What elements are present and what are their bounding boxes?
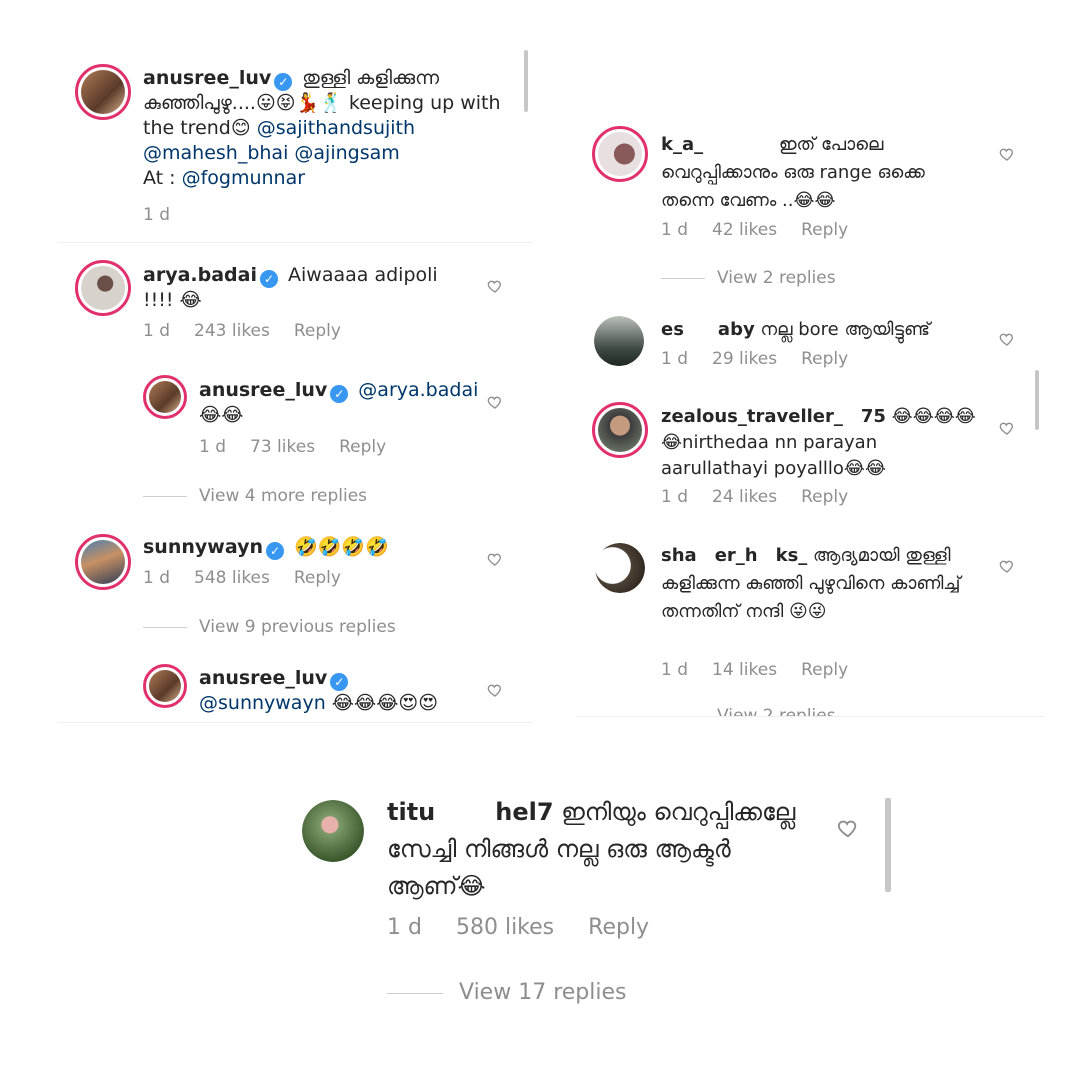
divider [576, 716, 1044, 717]
scrollbar[interactable] [1035, 370, 1039, 430]
heart-icon[interactable] [999, 331, 1015, 347]
reply-button[interactable]: Reply [339, 437, 386, 457]
heart-icon[interactable] [999, 146, 1015, 162]
username[interactable]: zealous_traveller_ [661, 406, 843, 427]
heart-icon[interactable] [487, 551, 503, 567]
comment-text: sha er_h ks_ ആദ്യമായി തുള്ളി കളിക്കുന്ന കു… [661, 545, 961, 622]
mention-link[interactable]: @arya.badai [358, 379, 478, 401]
heart-icon[interactable] [837, 817, 859, 839]
comment-meta: 1 d [143, 205, 194, 225]
avatar[interactable] [143, 664, 187, 708]
heart-icon[interactable] [999, 420, 1015, 436]
mention-link[interactable]: @sunnywayn [199, 692, 326, 714]
comment-meta: 1 d 24 likes Reply [661, 487, 872, 507]
verified-icon: ✓ [274, 73, 293, 91]
view-more-replies[interactable]: View 4 more replies [143, 486, 367, 506]
avatar[interactable] [594, 316, 644, 366]
timestamp: 1 d [661, 487, 689, 507]
mention-link[interactable]: @ajingsam [294, 142, 399, 164]
timestamp: 1 d [143, 568, 171, 588]
scrollbar[interactable] [524, 50, 528, 112]
comment-text: arya.badai ✓ Aiwaaaa adipoli !!!! 😂 [143, 264, 438, 311]
comment-text: sunnywayn ✓ 🤣🤣🤣🤣 [143, 536, 389, 560]
heart-icon[interactable] [487, 682, 503, 698]
likes-count[interactable]: 29 likes [712, 349, 777, 369]
avatar[interactable] [592, 126, 648, 182]
timestamp: 1 d [143, 321, 171, 341]
likes-count[interactable]: 24 likes [712, 487, 777, 507]
likes-count[interactable]: 73 likes [250, 437, 315, 457]
reply-button[interactable]: Reply [588, 915, 649, 940]
left-comments-panel: anusree_luv ✓ തുള്ളി കളിക്കുന്ന കുഞ്ഞിപുഴ… [0, 0, 540, 730]
timestamp: 1 d [143, 205, 171, 225]
reply-button[interactable]: Reply [294, 321, 341, 341]
timestamp: 1 d [661, 349, 689, 369]
comment-text: titu hel7 ഇനിയും വെറുപ്പിക്കല്ലേ സേച്ചി ന… [387, 798, 796, 900]
comment-meta: 1 d 42 likes Reply [661, 220, 872, 240]
heart-icon[interactable] [487, 278, 503, 294]
comment-text: zealous_traveller_ 75 😂😂😂😂😂nirthedaa nn p… [661, 406, 976, 479]
avatar[interactable] [75, 534, 131, 590]
avatar[interactable] [75, 64, 131, 120]
verified-icon: ✓ [330, 385, 349, 403]
username[interactable]: titu [387, 798, 435, 826]
username[interactable]: k_a_ [661, 134, 703, 155]
username[interactable]: sunnywayn [143, 536, 263, 558]
comment-meta: 1 d 29 likes Reply [661, 349, 872, 369]
caption-text: anusree_luv ✓ തുള്ളി കളിക്കുന്ന കുഞ്ഞിപുഴ… [143, 67, 501, 189]
avatar[interactable] [75, 260, 131, 316]
verified-icon: ✓ [265, 542, 284, 560]
username[interactable]: anusree_luv [199, 379, 327, 401]
comment-meta: 1 d 580 likes Reply [387, 915, 673, 940]
location-link[interactable]: @fogmunnar [182, 167, 305, 189]
avatar[interactable] [302, 800, 364, 862]
comment-meta: 1 d 14 likes Reply [661, 660, 872, 680]
mention-link[interactable]: @mahesh_bhai [143, 142, 288, 164]
divider [58, 242, 532, 243]
avatar[interactable] [595, 543, 645, 593]
comment-text: k_a_ ഇത് പോലെ വെറുപ്പിക്കാനും ഒരു range … [661, 134, 925, 211]
view-replies[interactable]: View 17 replies [387, 980, 626, 1005]
likes-count[interactable]: 42 likes [712, 220, 777, 240]
username[interactable]: sha [661, 545, 697, 566]
reply-button[interactable]: Reply [801, 487, 848, 507]
comment-meta: 1 d 73 likes Reply [199, 437, 410, 457]
avatar[interactable] [143, 375, 187, 419]
reply-button[interactable]: Reply [801, 660, 848, 680]
verified-icon: ✓ [330, 673, 349, 691]
view-previous-replies[interactable]: View 9 previous replies [143, 617, 396, 637]
reply-text: anusree_luv ✓ @arya.badai 😂😂 [199, 379, 479, 426]
comment-meta: 1 d 243 likes Reply [143, 321, 365, 341]
username[interactable]: anusree_luv [143, 67, 271, 89]
view-replies[interactable]: View 2 replies [661, 706, 836, 716]
comment-text: es aby നല്ല bore ആയിട്ടുണ്ട് [661, 319, 930, 340]
likes-count[interactable]: 14 likes [712, 660, 777, 680]
timestamp: 1 d [661, 220, 689, 240]
heart-icon[interactable] [487, 394, 503, 410]
mention-link[interactable]: @sajithandsujith [257, 117, 415, 139]
divider [58, 722, 532, 723]
avatar[interactable] [592, 402, 648, 458]
timestamp: 1 d [199, 437, 227, 457]
timestamp: 1 d [661, 660, 689, 680]
bottom-comment-panel: titu hel7 ഇനിയും വെറുപ്പിക്കല്ലേ സേച്ചി ന… [0, 740, 1080, 1090]
likes-count[interactable]: 580 likes [456, 915, 554, 940]
username[interactable]: arya.badai [143, 264, 257, 286]
verified-icon: ✓ [259, 270, 278, 288]
likes-count[interactable]: 243 likes [194, 321, 270, 341]
timestamp: 1 d [387, 915, 422, 940]
likes-count[interactable]: 548 likes [194, 568, 270, 588]
reply-button[interactable]: Reply [801, 220, 848, 240]
username[interactable]: es [661, 319, 684, 340]
reply-text: anusree_luv ✓ @sunnywayn 😂😂😂😍😍 [199, 667, 439, 714]
username[interactable]: anusree_luv [199, 667, 327, 689]
reply-button[interactable]: Reply [801, 349, 848, 369]
heart-icon[interactable] [999, 558, 1015, 574]
scrollbar[interactable] [885, 798, 891, 892]
reply-button[interactable]: Reply [294, 568, 341, 588]
right-comments-panel: k_a_ ഇത് പോലെ വെറുപ്പിക്കാനും ഒരു range … [540, 0, 1080, 730]
view-replies[interactable]: View 2 replies [661, 268, 836, 288]
comment-meta: 1 d 548 likes Reply [143, 568, 365, 588]
